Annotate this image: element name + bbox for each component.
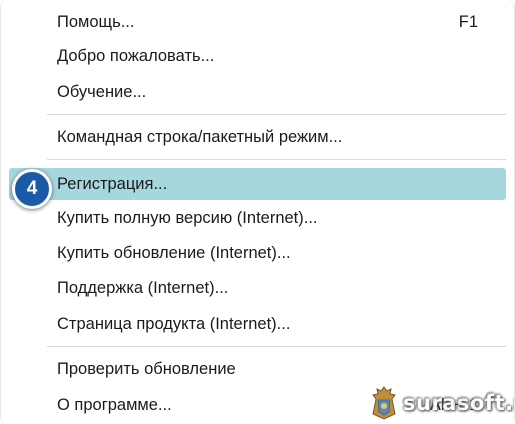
menu-item-support[interactable]: Поддержка (Internet)...: [9, 272, 506, 304]
menu-item-product-page[interactable]: Страница продукта (Internet)...: [9, 308, 506, 340]
menu-item-label: Регистрация...: [57, 174, 168, 193]
menu-item-tutorial[interactable]: Обучение...: [9, 76, 506, 108]
menu-item-label: Командная строка/пакетный режим...: [57, 127, 343, 146]
menu-item-label: Поддержка (Internet)...: [57, 278, 229, 297]
menu-separator: [47, 346, 506, 347]
menu-item-label: Купить обновление (Internet)...: [57, 243, 291, 262]
menu-item-label: Страница продукта (Internet)...: [57, 314, 291, 333]
coat-of-arms-icon: [372, 386, 396, 420]
menu-item-label: Помощь...: [57, 12, 135, 31]
help-menu: Помощь... F1 Добро пожаловать... Обучени…: [0, 0, 515, 424]
menu-item-command-line[interactable]: Командная строка/пакетный режим...: [9, 121, 506, 153]
menu-item-shortcut: F1: [458, 12, 478, 31]
menu-item-registration[interactable]: Регистрация...: [9, 168, 506, 200]
menu-item-buy-upgrade[interactable]: Купить обновление (Internet)...: [9, 237, 506, 269]
menu-item-label: Купить полную версию (Internet)...: [57, 208, 318, 227]
watermark-text: surasoft.ru: [403, 391, 514, 415]
menu-separator: [47, 114, 506, 115]
menu-item-label: Добро пожаловать...: [57, 46, 215, 65]
menu-item-help[interactable]: Помощь... F1: [9, 6, 506, 38]
watermark: surasoft.ru: [371, 386, 514, 420]
menu-item-check-update[interactable]: Проверить обновление: [9, 353, 506, 385]
step-number-badge: 4: [12, 169, 52, 209]
menu-item-welcome[interactable]: Добро пожаловать...: [9, 40, 506, 72]
menu-item-buy-full-version[interactable]: Купить полную версию (Internet)...: [9, 202, 506, 234]
menu-separator: [47, 159, 506, 160]
menu-item-label: Обучение...: [57, 82, 147, 101]
menu-item-label: Проверить обновление: [57, 359, 236, 378]
